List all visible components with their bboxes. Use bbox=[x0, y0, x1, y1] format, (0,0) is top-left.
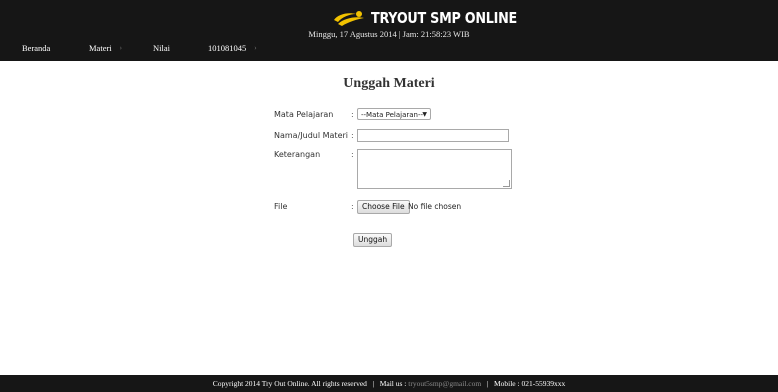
page-title: Unggah Materi bbox=[343, 76, 435, 91]
nav-item-user[interactable]: 101081045 › bbox=[208, 43, 257, 53]
nav-label: 101081045 bbox=[208, 43, 247, 53]
file-label: File bbox=[274, 202, 288, 211]
colon: : bbox=[351, 150, 354, 159]
subject-select[interactable]: --Mata Pelajaran-- ▼ bbox=[357, 108, 431, 120]
footer-separator: | bbox=[486, 379, 489, 388]
footer-separator: | bbox=[372, 379, 375, 388]
nav-item-beranda[interactable]: Beranda bbox=[22, 43, 50, 53]
name-label: Nama/Judul Materi bbox=[274, 131, 348, 140]
file-status-text: No file chosen bbox=[408, 202, 462, 211]
upload-button[interactable]: Unggah bbox=[353, 233, 393, 247]
logo-text: TRYOUT SMP ONLINE bbox=[371, 9, 518, 27]
nav-item-materi[interactable]: Materi › bbox=[89, 43, 122, 53]
resize-handle-icon[interactable] bbox=[503, 180, 510, 187]
datetime-display: Minggu, 17 Agustus 2014 | Jam: 21:58:23 … bbox=[308, 29, 470, 39]
nav-label: Materi bbox=[89, 43, 112, 53]
nav-label: Beranda bbox=[22, 43, 51, 53]
description-textarea[interactable] bbox=[357, 149, 512, 189]
main-nav: Beranda Materi › Nilai 101081045 › bbox=[0, 40, 778, 60]
colon: : bbox=[351, 202, 354, 211]
header-bar: TRYOUT SMP ONLINE Minggu, 17 Agustus 201… bbox=[0, 0, 778, 61]
nav-label: Nilai bbox=[153, 43, 170, 53]
chevron-right-icon: › bbox=[254, 44, 257, 52]
footer-bar: Copyright 2014 Try Out Online. All right… bbox=[0, 375, 778, 392]
subject-select-value: --Mata Pelajaran-- bbox=[361, 111, 424, 119]
description-label: Keterangan bbox=[274, 150, 321, 159]
mail-label: Mail us : bbox=[379, 379, 407, 388]
logo-swoosh-icon bbox=[334, 11, 364, 26]
material-name-input[interactable] bbox=[357, 129, 509, 142]
mobile-text: Mobile : 021-55939xxx bbox=[493, 379, 566, 388]
copyright-text: Copyright 2014 Try Out Online. All right… bbox=[212, 379, 367, 388]
chevron-down-icon: ▼ bbox=[422, 111, 427, 118]
email-link[interactable]: tryout5smp@gmail.com bbox=[408, 379, 481, 388]
choose-file-button[interactable]: Choose File bbox=[357, 200, 410, 214]
colon: : bbox=[351, 131, 354, 140]
subject-label: Mata Pelajaran bbox=[274, 110, 334, 119]
colon: : bbox=[351, 110, 354, 119]
site-logo[interactable]: TRYOUT SMP ONLINE bbox=[332, 7, 543, 29]
chevron-right-icon: › bbox=[119, 44, 123, 52]
nav-item-nilai[interactable]: Nilai bbox=[153, 43, 170, 53]
